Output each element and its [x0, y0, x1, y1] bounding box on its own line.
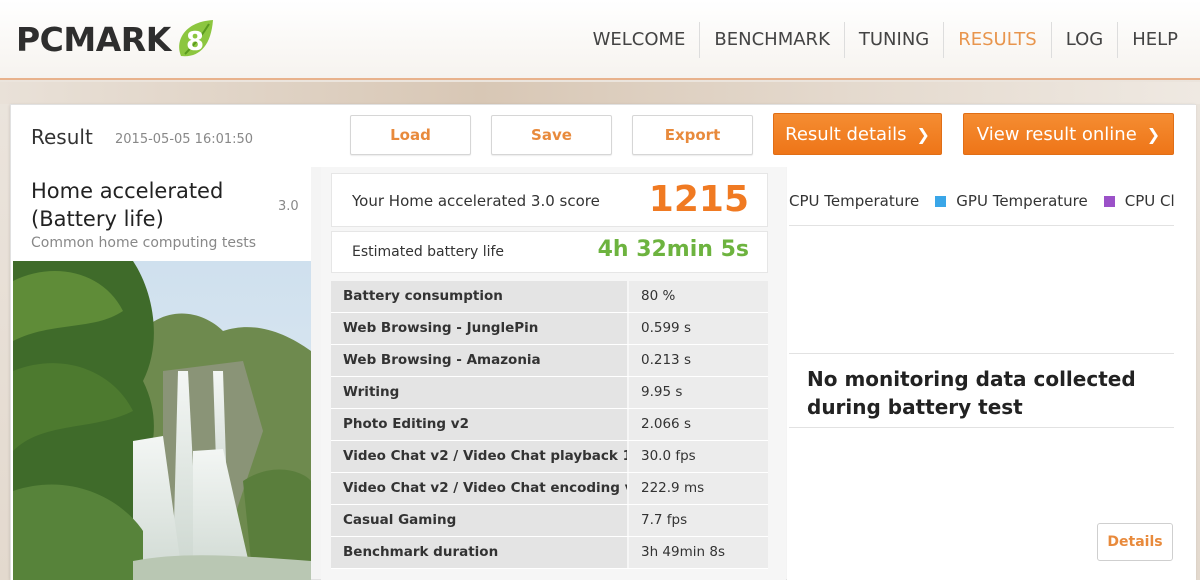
metric-name: Video Chat v2 / Video Chat encoding v2	[331, 473, 627, 504]
metric-value: 0.599 s	[629, 313, 768, 344]
waterfall-jungle-image	[13, 261, 311, 580]
logo-number: 8	[186, 27, 204, 57]
chevron-right-icon: ❯	[1146, 124, 1161, 144]
save-button[interactable]: Save	[491, 115, 612, 155]
score-value: 1215	[648, 179, 749, 220]
chevron-right-icon: ❯	[916, 124, 930, 144]
view-result-online-label: View result online	[976, 123, 1137, 145]
table-row: Web Browsing - JunglePin 0.599 s	[331, 313, 768, 345]
nav-help[interactable]: HELP	[1117, 22, 1192, 58]
test-description: Common home computing tests	[31, 235, 257, 251]
load-button[interactable]: Load	[350, 115, 471, 155]
result-header: Result 2015-05-05 16:01:50 Load Save Exp…	[11, 105, 1196, 167]
metric-value: 30.0 fps	[629, 441, 768, 472]
nav-welcome[interactable]: WELCOME	[579, 22, 700, 58]
result-details-label: Result details	[785, 123, 907, 145]
details-button[interactable]: Details	[1097, 523, 1173, 561]
logo-8-badge-icon: 8	[178, 20, 213, 57]
metric-name: Web Browsing - Amazonia	[331, 345, 627, 376]
result-title: Result	[31, 125, 93, 149]
table-row: Web Browsing - Amazonia 0.213 s	[331, 345, 768, 377]
table-row: Casual Gaming 7.7 fps	[331, 505, 768, 537]
legend-label: CPU Cl	[1124, 192, 1175, 210]
table-row: Battery consumption 80 %	[331, 281, 768, 313]
nav-results[interactable]: RESULTS	[943, 22, 1050, 58]
main-nav: WELCOME BENCHMARK TUNING RESULTS LOG HEL…	[579, 20, 1192, 60]
legend-swatch	[1103, 195, 1115, 207]
nav-tuning[interactable]: TUNING	[843, 22, 943, 58]
legend-item[interactable]: CPU Cl	[1103, 192, 1175, 210]
score-label: Your Home accelerated 3.0 score	[352, 192, 600, 210]
export-button[interactable]: Export	[632, 115, 753, 155]
metric-name: Photo Editing v2	[331, 409, 627, 440]
metric-value: 80 %	[629, 281, 768, 312]
no-monitoring-data-message: No monitoring data collected during batt…	[807, 367, 1136, 419]
legend-item[interactable]: CPU Temperature	[789, 192, 919, 210]
pcmark-logo: PCMARK 8	[16, 16, 217, 62]
battery-life-box: Estimated battery life 4h 32min 5s	[331, 231, 768, 273]
score-box: Your Home accelerated 3.0 score 1215	[331, 173, 768, 227]
metric-name: Casual Gaming	[331, 505, 627, 536]
monitoring-legend: CPU Temperature GPU Temperature CPU Cl	[789, 191, 1194, 211]
monitoring-panel: CPU Temperature GPU Temperature CPU Cl N…	[787, 167, 1196, 580]
legend-swatch	[935, 195, 947, 207]
result-details-button[interactable]: Result details ❯	[773, 113, 942, 155]
table-row: Photo Editing v2 2.066 s	[331, 409, 768, 441]
nav-benchmark[interactable]: BENCHMARK	[699, 22, 843, 58]
metric-value: 0.213 s	[629, 345, 768, 376]
top-bar: PCMARK 8 WELCOME BENCHMARK TUNING RESULT…	[0, 0, 1200, 80]
battery-life-label: Estimated battery life	[352, 244, 505, 260]
test-info: Home accelerated (Battery life) 3.0 Comm…	[11, 167, 311, 580]
metrics-table: Battery consumption 80 % Web Browsing - …	[331, 281, 768, 569]
background-decoration	[0, 82, 1200, 104]
score-column: Your Home accelerated 3.0 score 1215 Est…	[321, 167, 786, 580]
table-row: Benchmark duration 3h 49min 8s	[331, 537, 768, 569]
table-row: Writing 9.95 s	[331, 377, 768, 409]
legend-label: GPU Temperature	[956, 192, 1088, 210]
divider	[789, 353, 1174, 354]
metric-name: Benchmark duration	[331, 537, 627, 568]
battery-life-value: 4h 32min 5s	[597, 237, 749, 262]
divider	[789, 427, 1174, 428]
metric-name: Writing	[331, 377, 627, 408]
table-row: Video Chat v2 / Video Chat playback 1 v …	[331, 441, 768, 473]
test-version: 3.0	[278, 199, 299, 214]
metric-value: 9.95 s	[629, 377, 768, 408]
metric-name: Web Browsing - JunglePin	[331, 313, 627, 344]
result-date: 2015-05-05 16:01:50	[115, 132, 254, 147]
metric-value: 3h 49min 8s	[629, 537, 768, 568]
table-row: Video Chat v2 / Video Chat encoding v2 2…	[331, 473, 768, 505]
logo-text: PCMARK	[16, 19, 171, 59]
metric-name: Battery consumption	[331, 281, 627, 312]
result-panel: Result 2015-05-05 16:01:50 Load Save Exp…	[10, 104, 1196, 580]
legend-item[interactable]: GPU Temperature	[935, 192, 1088, 210]
divider	[789, 225, 1174, 226]
view-result-online-button[interactable]: View result online ❯	[963, 113, 1174, 155]
metric-value: 2.066 s	[629, 409, 768, 440]
test-name: Home accelerated (Battery life)	[31, 179, 224, 231]
legend-label: CPU Temperature	[789, 192, 920, 210]
metric-value: 7.7 fps	[629, 505, 768, 536]
nav-log[interactable]: LOG	[1050, 22, 1118, 58]
metric-name: Video Chat v2 / Video Chat playback 1 v	[331, 441, 627, 472]
metric-value: 222.9 ms	[629, 473, 768, 504]
